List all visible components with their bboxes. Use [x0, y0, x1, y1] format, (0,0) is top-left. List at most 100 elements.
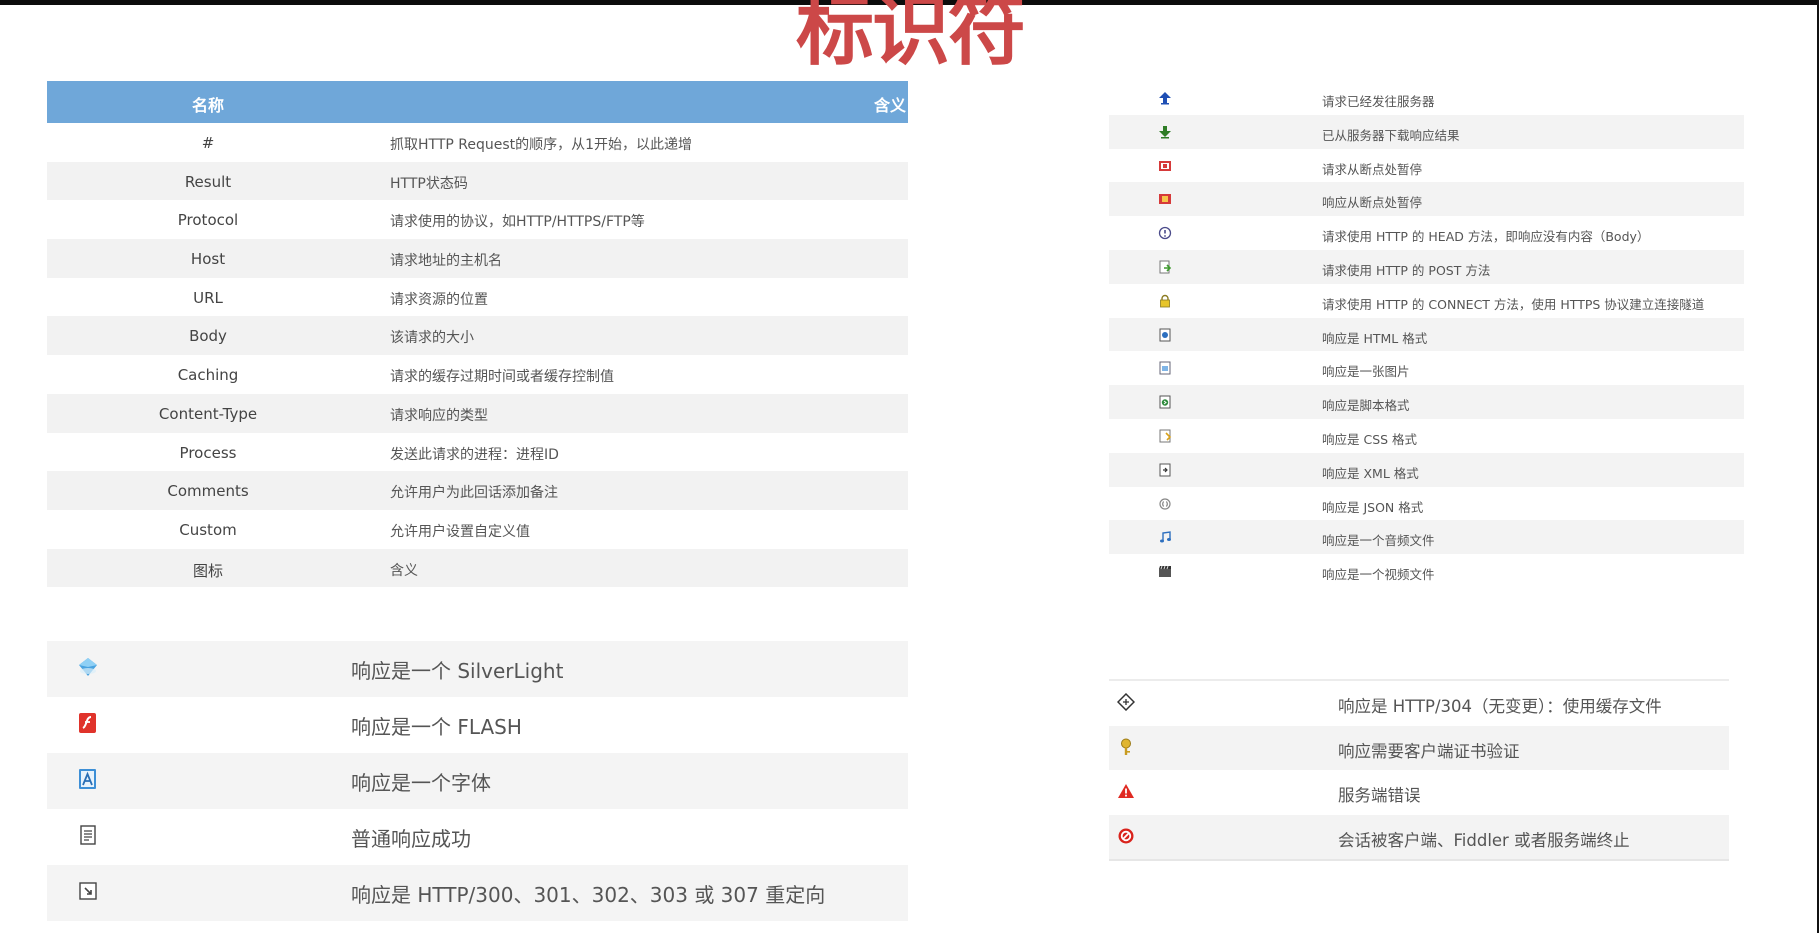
list-item: 响应是一个字体 [47, 753, 908, 809]
table-row: Process 发送此请求的进程：进程ID [47, 433, 908, 472]
list-item: 响应是一个音频文件 [1109, 520, 1744, 555]
item-text: 响应是 HTML 格式 [1322, 330, 1428, 346]
list-item: 响应需要客户端证书验证 [1109, 725, 1729, 770]
list-item: 响应是 CSS 格式 [1109, 419, 1744, 453]
image-file-icon [1158, 360, 1172, 375]
css-file-icon [1158, 428, 1172, 443]
certificate-key-icon [1117, 738, 1135, 756]
row-desc: 该请求的大小 [390, 330, 474, 347]
row-name: Comments [167, 482, 249, 501]
status-icon-table: 响应是 HTTP/304（无变更）：使用缓存文件 响应需要客户端证书验证 服务端… [1109, 679, 1729, 861]
list-item: 请求从断点处暂停 [1109, 149, 1744, 183]
row-desc: 请求使用的协议，如HTTP/HTTPS/FTP等 [390, 214, 645, 231]
redirect-icon [77, 880, 99, 902]
item-text: 会话被客户端、Fiddler 或者服务端终止 [1338, 830, 1630, 850]
item-text: 响应是 XML 格式 [1322, 465, 1419, 481]
list-item: 请求使用 HTTP 的 CONNECT 方法，使用 HTTPS 协议建立连接隧道 [1109, 284, 1744, 318]
item-text: 响应是一个字体 [351, 771, 491, 795]
page-title: 标识符 [795, 0, 1026, 76]
script-file-icon [1158, 394, 1172, 409]
item-text: 响应是 CSS 格式 [1322, 431, 1418, 447]
list-item: 响应是 HTML 格式 [1109, 317, 1744, 352]
row-name: 图标 [192, 561, 223, 580]
row-name: Protocol [177, 211, 239, 230]
row-name: Custom [179, 520, 237, 539]
item-text: 请求使用 HTTP 的 HEAD 方法，即响应没有内容（Body） [1322, 229, 1650, 245]
item-text: 响应是一个 FLASH [351, 715, 522, 739]
row-desc: 请求地址的主机名 [390, 253, 502, 270]
list-item: 响应是 JSON 格式 [1109, 487, 1744, 521]
list-item: 请求已经发往服务器 [1109, 81, 1744, 115]
row-desc: 允许用户为此回话添加备注 [390, 485, 558, 502]
row-desc: 发送此请求的进程：进程ID [390, 446, 559, 463]
row-desc: HTTP状态码 [390, 175, 468, 192]
download-arrow-icon [1158, 124, 1172, 139]
header-name: 名称 [191, 96, 224, 115]
table-row: Result HTTP状态码 [47, 161, 908, 201]
row-name: Content-Type [158, 404, 258, 423]
list-item: 会话被客户端、Fiddler 或者服务端终止 [1109, 814, 1729, 859]
table-row: Protocol 请求使用的协议，如HTTP/HTTPS/FTP等 [47, 200, 908, 239]
columns-table-header: 名称 含义 [47, 81, 908, 123]
upload-arrow-icon [1158, 90, 1172, 105]
icon-table-small: 请求已经发往服务器 已从服务器下载响应结果 请求从断点处暂停 响应从断点处暂停 … [1109, 81, 1744, 588]
item-text: 响应从断点处暂停 [1322, 195, 1423, 211]
row-name: Caching [177, 366, 239, 385]
flash-icon [77, 712, 99, 734]
table-row: 图标 含义 [47, 548, 908, 588]
table-row: Comments 允许用户为此回话添加备注 [47, 471, 908, 510]
blocked-icon [1117, 827, 1135, 845]
item-text: 响应是一个 SilverLight [351, 659, 564, 683]
table-row: # 抓取HTTP Request的顺序，从1开始，以此递增 [47, 123, 908, 162]
list-item: 响应是一个 SilverLight [47, 641, 908, 697]
table-row: Body 该请求的大小 [47, 316, 908, 356]
item-text: 请求使用 HTTP 的 CONNECT 方法，使用 HTTPS 协议建立连接隧道 [1322, 296, 1705, 312]
row-name: Body [189, 327, 227, 346]
row-name: # [201, 134, 215, 152]
list-item: 请求使用 HTTP 的 POST 方法 [1109, 249, 1744, 284]
cache-icon [1116, 692, 1136, 712]
list-item: 响应是一个 FLASH [47, 697, 908, 753]
list-item: 响应从断点处暂停 [1109, 182, 1744, 217]
table-row: Content-Type 请求响应的类型 [47, 393, 908, 433]
list-item: 服务端错误 [1109, 770, 1729, 815]
columns-table: 名称 含义 # 抓取HTTP Request的顺序，从1开始，以此递增 Resul… [47, 81, 908, 588]
music-note-icon [1158, 529, 1172, 543]
list-item: 响应是一张图片 [1109, 351, 1744, 385]
post-method-icon [1158, 259, 1172, 274]
table-row: URL 请求资源的位置 [47, 278, 908, 317]
json-file-icon [1158, 496, 1172, 510]
item-text: 服务端错误 [1338, 786, 1421, 805]
icon-table-large: 响应是一个 SilverLight 响应是一个 FLASH 响应是一个字体 普通… [47, 641, 908, 921]
item-text: 普通响应成功 [351, 827, 471, 851]
document-icon [77, 824, 99, 846]
list-item: 请求使用 HTTP 的 HEAD 方法，即响应没有内容（Body） [1109, 216, 1744, 250]
request-breakpoint-icon [1158, 158, 1172, 172]
item-text: 响应是 JSON 格式 [1322, 499, 1424, 515]
list-item: 已从服务器下载响应结果 [1109, 114, 1744, 149]
list-item: 响应是脚本格式 [1109, 385, 1744, 419]
head-method-icon [1158, 225, 1172, 240]
item-text: 请求已经发往服务器 [1322, 94, 1435, 109]
list-item: 响应是一个视频文件 [1109, 554, 1744, 588]
row-desc: 请求响应的类型 [390, 407, 488, 424]
row-desc: 请求资源的位置 [390, 291, 488, 308]
item-text: 已从服务器下载响应结果 [1322, 127, 1460, 143]
item-text: 响应需要客户端证书验证 [1338, 741, 1520, 761]
list-item: 响应是 HTTP/304（无变更）：使用缓存文件 [1109, 681, 1729, 726]
list-item: 响应是 XML 格式 [1109, 452, 1744, 487]
item-text: 响应是一个音频文件 [1322, 533, 1435, 549]
warning-icon [1117, 782, 1135, 800]
html-file-icon [1158, 327, 1172, 342]
row-name: Result [184, 172, 232, 191]
response-breakpoint-icon [1158, 191, 1172, 205]
list-item: 普通响应成功 [47, 809, 908, 865]
item-text: 请求使用 HTTP 的 POST 方法 [1322, 262, 1491, 278]
row-desc: 抓取HTTP Request的顺序，从1开始，以此递增 [390, 137, 693, 153]
row-name: Process [179, 443, 237, 462]
item-text: 响应是 HTTP/300、301、302、303 或 307 重定向 [351, 883, 826, 907]
silverlight-icon [77, 656, 99, 678]
row-name: URL [193, 288, 223, 307]
item-text: 响应是 HTTP/304（无变更）：使用缓存文件 [1338, 697, 1662, 716]
item-text: 请求从断点处暂停 [1322, 161, 1423, 177]
